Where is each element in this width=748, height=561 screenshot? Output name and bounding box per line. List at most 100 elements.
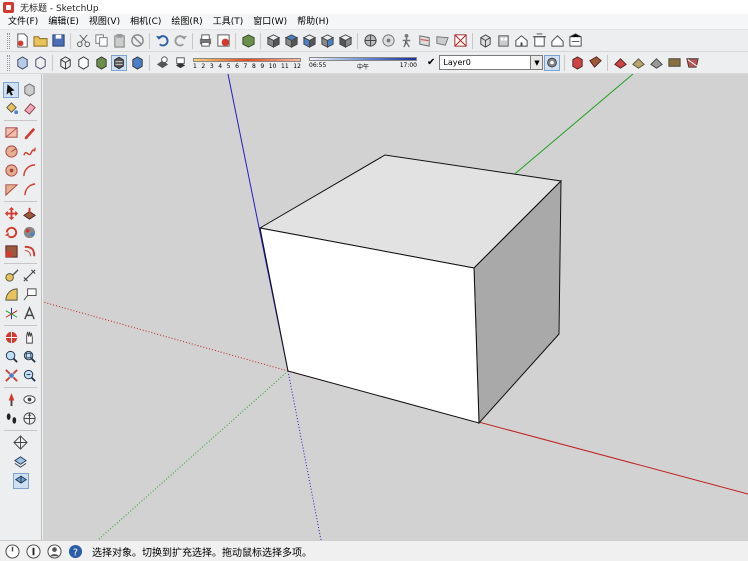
toolbar-grip[interactable]	[7, 32, 10, 49]
time-slider-track[interactable]	[309, 56, 417, 61]
paste-icon[interactable]	[111, 33, 127, 49]
select-arrow-icon[interactable]	[3, 81, 20, 98]
zoom-window-icon[interactable]	[22, 349, 38, 365]
open-file-icon[interactable]	[32, 33, 48, 49]
menu-file[interactable]: 文件(F)	[3, 14, 43, 30]
section-plane-icon[interactable]	[416, 33, 432, 49]
menu-camera[interactable]: 相机(C)	[125, 14, 166, 30]
sandbox-smoove-icon[interactable]	[666, 55, 682, 71]
cut-icon[interactable]	[75, 33, 91, 49]
polygon-icon[interactable]	[3, 163, 19, 179]
layer-selector[interactable]: ✔ Layer0 ▼	[427, 55, 544, 70]
save-icon[interactable]	[50, 33, 66, 49]
camera-right-icon[interactable]	[319, 33, 335, 49]
display-shadows-icon[interactable]	[172, 55, 188, 71]
follow-arc-icon[interactable]	[22, 182, 38, 198]
monochrome-icon[interactable]	[129, 55, 145, 71]
chevron-down-icon[interactable]: ▼	[531, 55, 544, 70]
xray-mode-icon[interactable]	[14, 55, 30, 71]
look-around-icon[interactable]	[22, 392, 38, 408]
position-camera-icon[interactable]	[3, 392, 19, 408]
arc-icon[interactable]	[22, 163, 38, 179]
modeling-viewport[interactable]	[43, 74, 748, 540]
copy-icon[interactable]	[93, 33, 109, 49]
geo-location-icon[interactable]	[4, 543, 21, 560]
orbit-tool-icon[interactable]	[3, 330, 19, 346]
menu-window[interactable]: 窗口(W)	[248, 14, 292, 30]
offset-icon[interactable]	[3, 182, 19, 198]
axes-icon[interactable]	[3, 306, 19, 322]
walk-icon[interactable]	[398, 33, 414, 49]
print-icon[interactable]	[197, 33, 213, 49]
sandbox-contours-icon[interactable]	[630, 55, 646, 71]
freehand-icon[interactable]	[22, 144, 38, 160]
make-component-tool-icon[interactable]	[22, 82, 38, 98]
sandbox-grid-icon[interactable]	[648, 55, 664, 71]
new-file-icon[interactable]	[14, 33, 30, 49]
sandbox-stamp-icon[interactable]	[13, 454, 29, 470]
warehouse-icon[interactable]	[495, 33, 511, 49]
sandbox-add-detail-icon[interactable]	[12, 472, 29, 489]
follow-me-icon[interactable]	[22, 225, 38, 241]
shaded-icon[interactable]	[93, 55, 109, 71]
3d-text-icon[interactable]	[22, 306, 38, 322]
rectangle-icon[interactable]	[3, 125, 19, 141]
scale-icon[interactable]	[3, 244, 19, 260]
roof-icon[interactable]	[549, 33, 565, 49]
redo-icon[interactable]	[172, 33, 188, 49]
shadow-settings-icon[interactable]	[154, 55, 170, 71]
section-cuts-icon[interactable]	[452, 33, 468, 49]
credits-icon[interactable]	[25, 543, 42, 560]
offset-tool-icon[interactable]	[22, 244, 38, 260]
material-brown-icon[interactable]	[587, 55, 603, 71]
camera-front-icon[interactable]	[301, 33, 317, 49]
previous-view-icon[interactable]	[22, 368, 38, 384]
user-account-icon[interactable]	[46, 543, 63, 560]
paint-bucket-icon[interactable]	[3, 101, 19, 117]
toolbar-grip[interactable]	[7, 54, 10, 71]
menu-tools[interactable]: 工具(T)	[208, 14, 249, 30]
house-icon[interactable]	[513, 33, 529, 49]
section-plane-tool-icon[interactable]	[22, 411, 38, 427]
pan-hand-icon[interactable]	[22, 330, 38, 346]
pencil-line-icon[interactable]	[22, 125, 38, 141]
circle-icon[interactable]	[3, 144, 19, 160]
shadow-time-slider[interactable]: 06:55 中午 17:00	[309, 55, 417, 71]
style-xray-icon[interactable]	[477, 33, 493, 49]
menu-view[interactable]: 视图(V)	[84, 14, 125, 30]
camera-back-icon[interactable]	[337, 33, 353, 49]
undo-icon[interactable]	[154, 33, 170, 49]
eraser-icon[interactable]	[22, 101, 38, 117]
building-icon[interactable]	[531, 33, 547, 49]
make-component-icon[interactable]	[240, 33, 256, 49]
zoom-extents-icon[interactable]	[3, 368, 19, 384]
text-label-icon[interactable]	[22, 287, 38, 303]
pan-icon[interactable]	[380, 33, 396, 49]
sandbox-from-contours-icon[interactable]	[13, 435, 29, 451]
shaded-textures-icon[interactable]	[111, 54, 127, 71]
month-slider-track[interactable]	[193, 57, 301, 62]
menu-edit[interactable]: 编辑(E)	[43, 14, 84, 30]
protractor-icon[interactable]	[3, 287, 19, 303]
move-icon[interactable]	[3, 206, 19, 222]
orbit-icon[interactable]	[362, 33, 378, 49]
rotate-icon[interactable]	[3, 225, 19, 241]
help-question-icon[interactable]: ?	[67, 543, 84, 560]
back-edges-icon[interactable]	[32, 55, 48, 71]
current-layer-field[interactable]: Layer0	[439, 55, 532, 70]
shadow-month-slider[interactable]: 1 2 3 4 5 6 7 8 9 10 11 12	[193, 56, 301, 70]
tape-measure-icon[interactable]	[3, 268, 19, 284]
wireframe-icon[interactable]	[57, 55, 73, 71]
material-red-icon[interactable]	[569, 55, 585, 71]
section-display-icon[interactable]	[434, 33, 450, 49]
model-info-icon[interactable]	[215, 33, 231, 49]
layer-manager-icon[interactable]	[544, 54, 561, 71]
zoom-icon[interactable]	[3, 349, 19, 365]
dimension-icon[interactable]	[22, 268, 38, 284]
menu-draw[interactable]: 绘图(R)	[166, 14, 207, 30]
menu-help[interactable]: 帮助(H)	[292, 14, 334, 30]
camera-iso-icon[interactable]	[265, 33, 281, 49]
hidden-line-icon[interactable]	[75, 55, 91, 71]
erase-selection-icon[interactable]	[129, 33, 145, 49]
push-pull-icon[interactable]	[22, 206, 38, 222]
